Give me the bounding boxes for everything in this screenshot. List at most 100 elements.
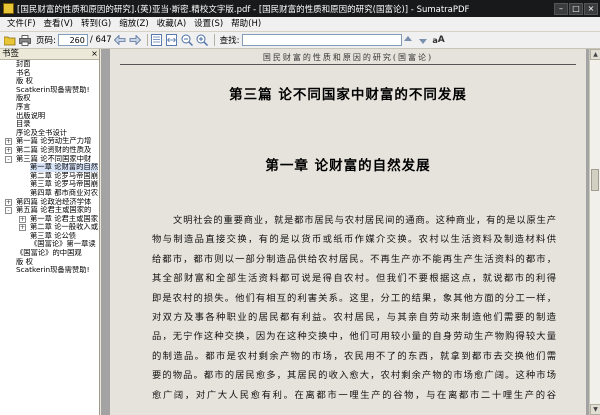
menu-view[interactable]: 查看(V) <box>40 18 77 31</box>
bookmark-label: 目录 <box>16 120 31 129</box>
bookmark-item[interactable]: 序论及全书设计 <box>0 129 99 138</box>
bookmark-label: 第三篇 论不同国家中财 <box>16 154 92 163</box>
print-icon[interactable] <box>19 34 31 46</box>
scroll-up-icon[interactable]: ▲ <box>590 49 600 60</box>
header-rule <box>120 64 576 65</box>
bookmark-item[interactable]: 目录 <box>0 120 99 129</box>
bookmark-item[interactable]: Scatkerin现备需赞助! <box>0 266 99 275</box>
menu-help[interactable]: 帮助(H) <box>227 18 265 31</box>
vertical-scrollbar[interactable]: ▲ ▼ <box>589 49 600 415</box>
prev-page-icon[interactable] <box>113 34 126 46</box>
expand-icon[interactable]: + <box>5 146 12 154</box>
next-page-icon[interactable] <box>129 34 141 46</box>
expand-icon[interactable]: + <box>19 215 26 223</box>
expand-icon[interactable]: + <box>19 224 26 232</box>
bookmark-item[interactable]: Scatkerin现备需赞助! <box>0 86 99 95</box>
total-pages: / 647 <box>89 35 112 45</box>
bookmark-label: 第一篇 论劳动生产力增 <box>16 137 92 146</box>
close-button[interactable]: × <box>584 2 598 15</box>
pdf-page: 国民财富的性质和原因的研究(国富论) 第三篇 论不同国家中财富的不同发展 第一章… <box>110 49 586 415</box>
document-view[interactable]: 国民财富的性质和原因的研究(国富论) 第三篇 论不同国家中财富的不同发展 第一章… <box>101 49 589 415</box>
toolbar-separator <box>146 34 148 46</box>
bookmark-item[interactable]: + 第二篇 论资财的性质及 <box>0 146 99 155</box>
menu-zoom[interactable]: 缩放(Z) <box>115 18 152 31</box>
body-text-line: 对双方及事各种职业的居民都有利益。农村居民，与其亲自劳动来制造他们需要的制造 <box>152 312 556 324</box>
bookmark-label: 出版说明 <box>16 111 46 120</box>
scroll-thumb[interactable] <box>591 169 599 191</box>
bookmark-item[interactable]: 第二章 论罗马帝国崩 <box>0 172 99 181</box>
find-label: 查找: <box>219 36 240 46</box>
bookmark-label: 封面 <box>16 60 31 68</box>
find-next-icon[interactable] <box>417 34 429 46</box>
menu-favorites[interactable]: 收藏(A) <box>153 18 190 31</box>
bookmark-tree: 封面 书名版 权 Scatkerin现备需赞助! 版权 序言 出版说明 目录 序论及全书设计 +… <box>0 60 99 275</box>
body-text-line: 要的物品。都市的居民愈多，其居民的收入愈大，农村剩余产物的市场愈广阔。这种市场 <box>152 370 556 382</box>
bookmark-item[interactable]: 《国富论》第一章读 <box>0 240 99 249</box>
bookmark-label: 第三章 论公债 <box>30 231 77 240</box>
body-text-line: 物与制造品直接交换，有的是以货币或纸币作媒介交换。农村以生活资料及制造材料供 <box>152 234 556 246</box>
expand-icon[interactable]: + <box>5 138 12 146</box>
part-title: 第三篇 论不同国家中财富的不同发展 <box>229 87 467 103</box>
bookmark-label: Scatkerin现备需赞助! <box>16 85 90 94</box>
toolbar: 页码: / 647 查找: aA <box>0 32 600 49</box>
window-title: [国民财富的性质和原因的研究].(英)亚当·斯密.精校文字版.pdf - [国民… <box>17 4 470 15</box>
bookmark-label: 版 权 <box>16 77 33 86</box>
chapter-title: 第一章 论财富的自然发展 <box>265 158 431 174</box>
bookmark-item[interactable]: 《国富论》的中国观 <box>0 249 99 258</box>
bookmark-item[interactable]: + 第四篇 论政治经济学体 <box>0 198 99 207</box>
sidebar-close-icon[interactable]: × <box>90 49 99 59</box>
sidebar-title: 书签 <box>2 49 20 59</box>
match-case-icon[interactable]: aA <box>432 34 446 46</box>
bookmark-item[interactable]: 序言 <box>0 103 99 112</box>
find-input[interactable] <box>241 34 402 46</box>
menu-goto[interactable]: 转到(G) <box>77 18 115 31</box>
bookmark-item[interactable]: - 第五篇 论君主或国家的 <box>0 206 99 215</box>
bookmark-label: 第四篇 论政治经济学体 <box>16 197 92 206</box>
open-folder-icon[interactable] <box>4 34 16 46</box>
toolbar-separator <box>213 34 215 46</box>
bookmark-label: 第二篇 论资财的性质及 <box>16 145 92 154</box>
bookmark-label: 第四章 都市商业对农 <box>30 188 98 197</box>
bookmark-item[interactable]: + 第一章 论君主或国家 <box>0 215 99 224</box>
bookmark-label: 《国富论》的中国观 <box>16 249 82 258</box>
collapse-icon[interactable]: - <box>5 207 12 215</box>
bookmark-item[interactable]: 第四章 都市商业对农 <box>0 189 99 198</box>
expand-icon[interactable]: + <box>5 198 12 206</box>
page-number-input[interactable] <box>57 34 88 46</box>
fit-width-icon[interactable] <box>166 34 178 46</box>
bookmark-item[interactable]: 版 权 <box>0 258 99 267</box>
bookmark-item[interactable]: 第一章 论财富的自然 <box>0 163 99 172</box>
maximize-button[interactable]: □ <box>569 2 583 15</box>
bookmark-label: 版 权 <box>16 257 33 266</box>
bookmark-label: 第五篇 论君主或国家的 <box>16 206 92 215</box>
zoom-out-icon[interactable] <box>181 34 193 46</box>
bookmark-label: 版权 <box>16 94 31 103</box>
bookmark-item[interactable]: 版 权 <box>0 77 99 86</box>
menu-settings[interactable]: 设置(S) <box>190 18 227 31</box>
bookmark-item[interactable]: + 第二章 论一般收入或 <box>0 223 99 232</box>
bookmark-label: Scatkerin现备需赞助! <box>16 266 90 275</box>
bookmark-item[interactable]: 第三章 论公债 <box>0 232 99 241</box>
bookmark-item[interactable]: 书名 <box>0 69 99 78</box>
body-text-line: 愈广阔，对广大人民愈有利。在离都市一哩生产的谷物，与在离都市二十哩生产的谷 <box>152 389 556 401</box>
fit-page-icon[interactable] <box>151 34 163 46</box>
find-prev-icon[interactable] <box>402 34 414 46</box>
app-icon <box>3 3 14 14</box>
bookmark-item[interactable]: 版权 <box>0 94 99 103</box>
collapse-icon[interactable]: - <box>5 155 12 163</box>
menu-file[interactable]: 文件(F) <box>3 18 40 31</box>
body-text-line: 品，无宁作这种交换，因为在这种交换中，他们可用较小量的自身劳动生产物购得较大量 <box>152 331 556 343</box>
window-controls: – □ × <box>554 2 598 15</box>
minimize-button[interactable]: – <box>554 2 568 15</box>
scroll-down-icon[interactable]: ▼ <box>590 404 600 415</box>
bookmark-label: 第一章 论君主或国家 <box>30 214 98 223</box>
bookmark-label: 第一章 论财富的自然 <box>30 163 98 172</box>
bookmark-item[interactable]: 封面 <box>0 60 99 69</box>
running-head: 国民财富的性质和原因的研究(国富论) <box>262 53 434 62</box>
bookmark-item[interactable]: + 第一篇 论劳动生产力增 <box>0 137 99 146</box>
bookmark-item[interactable]: 第三章 论罗马帝国崩 <box>0 180 99 189</box>
bookmark-item[interactable]: 出版说明 <box>0 112 99 121</box>
body-text: 文明社会的重要商业，就是都市居民与农村居民间的通商。这种商业，有的是以原生产 物与… <box>152 211 556 405</box>
zoom-in-icon[interactable] <box>196 34 208 46</box>
bookmark-item[interactable]: - 第三篇 论不同国家中财 <box>0 155 99 164</box>
